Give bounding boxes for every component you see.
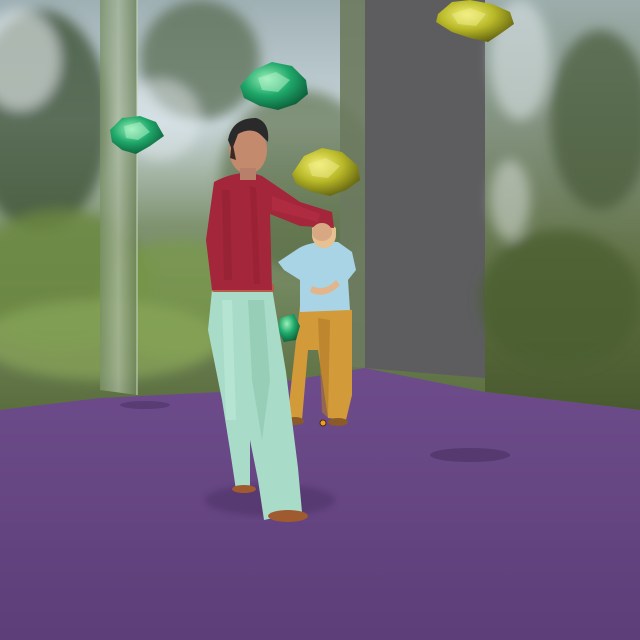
gray-pillar <box>340 0 485 378</box>
game-viewport[interactable] <box>0 0 640 640</box>
floor-marker[interactable] <box>319 419 327 427</box>
scene-canvas <box>0 0 640 640</box>
mirror-panel-left <box>100 0 138 395</box>
floor[interactable] <box>0 368 640 640</box>
mirror-panel-right <box>480 0 640 410</box>
